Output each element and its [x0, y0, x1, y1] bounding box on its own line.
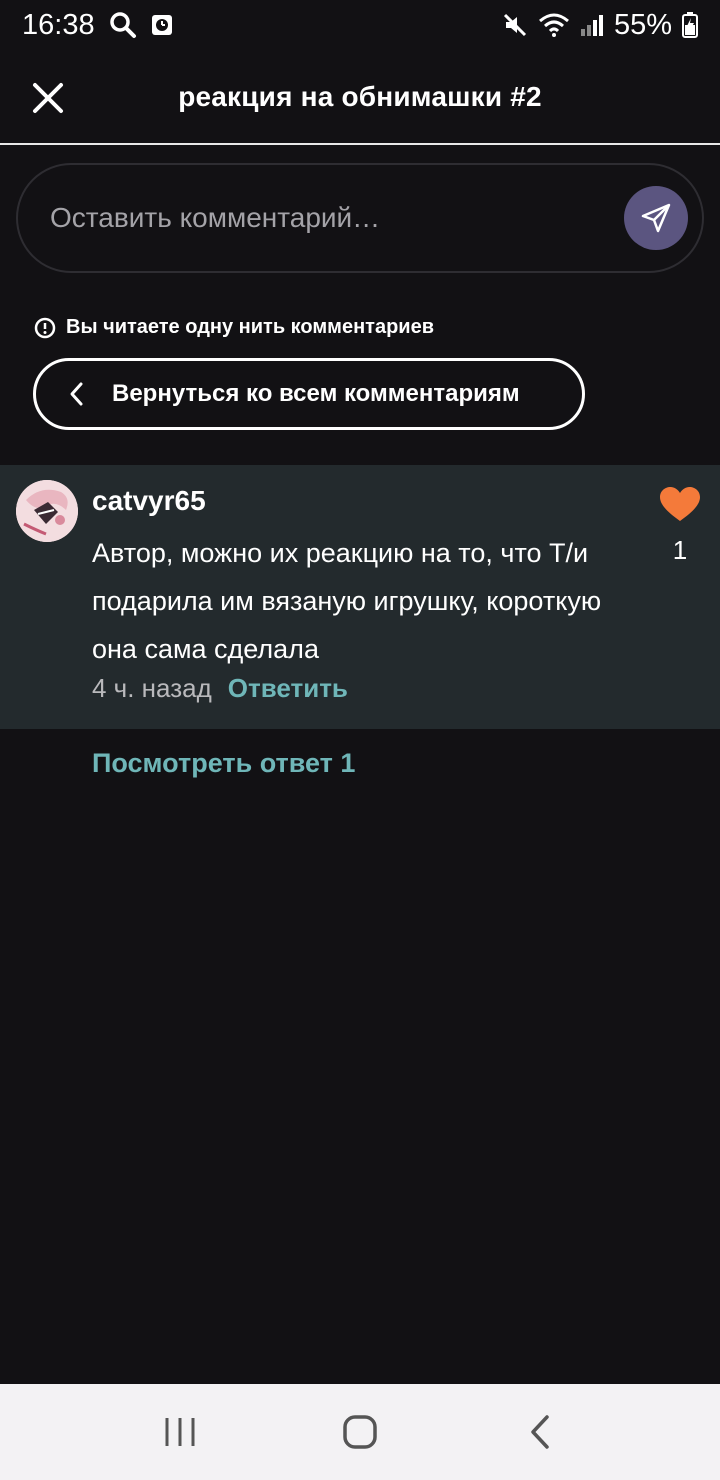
status-time: 16:38 [22, 8, 95, 41]
back-to-all-comments-button[interactable]: Вернуться ко всем комментариям [33, 358, 585, 430]
info-icon [34, 317, 56, 338]
recents-icon [165, 1418, 195, 1446]
system-nav-bar [0, 1384, 720, 1480]
battery-icon [682, 12, 698, 38]
send-button[interactable] [624, 186, 688, 250]
comment-time: 4 ч. назад [92, 673, 212, 703]
mute-icon [502, 12, 528, 38]
recents-button[interactable] [150, 1402, 210, 1462]
home-button[interactable] [330, 1402, 390, 1462]
like-count: 1 [672, 535, 688, 565]
reply-button[interactable]: Ответить [228, 673, 348, 704]
status-bar: 16:38 55% [0, 0, 720, 50]
view-replies-link[interactable]: Посмотреть ответ 1 [92, 748, 355, 779]
avatar-image [16, 480, 78, 542]
home-icon [343, 1415, 377, 1449]
like-button[interactable] [660, 487, 700, 523]
back-button[interactable] [510, 1402, 570, 1462]
header: реакция на обнимашки #2 [0, 50, 720, 145]
status-left: 16:38 [22, 9, 173, 42]
signal-icon [580, 13, 604, 37]
comment-input[interactable] [50, 202, 624, 234]
comment-username[interactable]: catvyr65 [92, 485, 206, 517]
back-to-all-comments-label: Вернуться ко всем комментариям [112, 380, 520, 407]
clock-icon [151, 13, 173, 37]
back-icon [531, 1415, 549, 1449]
thread-notice-text: Вы читаете одну нить комментариев [66, 316, 435, 338]
comment-text: Автор, можно их реакцию на то, что Т/и п… [92, 538, 602, 664]
avatar[interactable] [16, 480, 78, 542]
thread-notice: Вы читаете одну нить комментариев [34, 316, 434, 339]
chevron-left-icon [70, 382, 83, 406]
close-button[interactable] [28, 78, 68, 118]
comment-input-container [16, 163, 704, 273]
battery-percent: 55% [613, 8, 672, 41]
close-icon [33, 83, 63, 113]
wifi-icon [538, 13, 570, 37]
comment-card: catvyr65 Автор, можно их реакцию на то, … [0, 465, 720, 729]
comment-meta: 4 ч. назад Ответить [92, 673, 348, 704]
status-right: 55% [502, 9, 698, 42]
search-icon [109, 11, 137, 39]
heart-icon [660, 487, 700, 521]
send-icon [641, 203, 671, 233]
page-title: реакция на обнимашки #2 [178, 80, 542, 112]
